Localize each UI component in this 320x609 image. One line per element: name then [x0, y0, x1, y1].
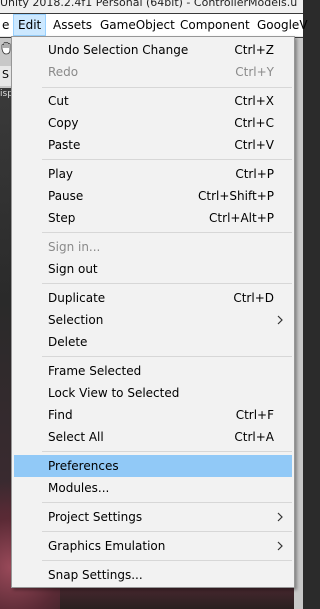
menu-item-find[interactable]: Find Ctrl+F — [14, 404, 292, 426]
menu-item-redo[interactable]: Redo Ctrl+Y — [14, 61, 292, 83]
menu-item-selection[interactable]: Selection — [14, 309, 292, 331]
menu-item-label: Graphics Emulation — [48, 539, 166, 553]
menu-item-shortcut: Ctrl+P — [235, 167, 274, 181]
menu-item-sign-in[interactable]: Sign in... — [14, 236, 292, 258]
menu-item-shortcut: Ctrl+D — [233, 291, 274, 305]
menu-item-paste[interactable]: Paste Ctrl+V — [14, 134, 292, 156]
menu-separator — [42, 283, 292, 284]
menu-edit[interactable]: Edit — [13, 14, 47, 36]
submenu-arrow-icon — [277, 541, 283, 551]
menu-item-label: Selection — [48, 313, 104, 327]
menu-assets[interactable]: Assets — [53, 14, 92, 36]
right-panel-edge — [294, 38, 303, 609]
window-title: Unity 2018.2.4f1 Personal (64bit) - Cont… — [0, 0, 298, 9]
menu-item-preferences[interactable]: Preferences — [14, 455, 292, 477]
menu-item-shortcut: Ctrl+Y — [235, 65, 274, 79]
menu-item-shortcut: Ctrl+Shift+P — [198, 189, 274, 203]
menu-item-shortcut: Ctrl+Z — [234, 43, 274, 57]
menu-item-label: Frame Selected — [48, 364, 142, 378]
menu-separator — [42, 87, 292, 88]
menu-item-label: Pause — [48, 189, 84, 203]
menu-item-step[interactable]: Step Ctrl+Alt+P — [14, 207, 292, 229]
menu-item-modules[interactable]: Modules... — [14, 477, 292, 499]
menu-googlevr[interactable]: GoogleV — [257, 14, 308, 36]
menu-item-label: Cut — [48, 94, 69, 108]
menu-item-project-settings[interactable]: Project Settings — [14, 506, 292, 528]
menu-component[interactable]: Component — [180, 14, 250, 36]
menu-item-label: Sign in... — [48, 240, 101, 254]
menu-item-label: Find — [48, 408, 73, 422]
submenu-arrow-icon — [277, 512, 283, 522]
menu-item-label: Preferences — [48, 459, 119, 473]
menu-separator — [42, 159, 292, 160]
submenu-arrow-icon — [277, 315, 283, 325]
menu-item-label: Snap Settings... — [48, 568, 143, 582]
main-menubar: e Edit Assets GameObject Component Googl… — [0, 14, 308, 37]
menu-item-shortcut: Ctrl+A — [234, 430, 274, 444]
menu-item-snap-settings[interactable]: Snap Settings... — [14, 564, 292, 586]
menu-item-shortcut: Ctrl+Alt+P — [209, 211, 274, 225]
menu-file-partial[interactable]: e — [2, 14, 9, 36]
menu-item-graphics-emulation[interactable]: Graphics Emulation — [14, 535, 292, 557]
menu-item-shortcut: Ctrl+X — [234, 94, 274, 108]
menu-item-label: Select All — [48, 430, 104, 444]
menu-item-cut[interactable]: Cut Ctrl+X — [14, 90, 292, 112]
menu-item-frame-selected[interactable]: Frame Selected — [14, 360, 292, 382]
menu-item-select-all[interactable]: Select All Ctrl+A — [14, 426, 292, 448]
menu-item-shortcut: Ctrl+F — [235, 408, 274, 422]
menu-item-label: Duplicate — [48, 291, 106, 305]
menu-item-label: Delete — [48, 335, 88, 349]
window-titlebar: Unity 2018.2.4f1 Personal (64bit) - Cont… — [0, 0, 303, 13]
menu-item-label: Modules... — [48, 481, 110, 495]
menu-item-sign-out[interactable]: Sign out — [14, 258, 292, 280]
menu-item-play[interactable]: Play Ctrl+P — [14, 163, 292, 185]
menu-separator — [42, 560, 292, 561]
menu-separator — [42, 502, 292, 503]
menu-item-delete[interactable]: Delete — [14, 331, 292, 353]
menu-item-undo[interactable]: Undo Selection Change Ctrl+Z — [14, 39, 292, 61]
menu-item-label: Redo — [48, 65, 79, 79]
menu-item-copy[interactable]: Copy Ctrl+C — [14, 112, 292, 134]
menu-item-label: Undo Selection Change — [48, 43, 189, 57]
menu-item-label: Step — [48, 211, 76, 225]
menu-item-pause[interactable]: Pause Ctrl+Shift+P — [14, 185, 292, 207]
menu-separator — [42, 232, 292, 233]
edit-menu-dropdown: Undo Selection Change Ctrl+Z Redo Ctrl+Y… — [11, 36, 295, 588]
menu-item-label: Paste — [48, 138, 81, 152]
menu-item-lock-view[interactable]: Lock View to Selected — [14, 382, 292, 404]
menu-item-duplicate[interactable]: Duplicate Ctrl+D — [14, 287, 292, 309]
menu-separator — [42, 356, 292, 357]
menu-separator — [42, 451, 292, 452]
scene-tab-label: S — [2, 68, 9, 81]
menu-item-label: Play — [48, 167, 74, 181]
menu-item-label: Project Settings — [48, 510, 143, 524]
menu-item-label: Lock View to Selected — [48, 386, 180, 400]
menu-item-label: Copy — [48, 116, 79, 130]
menu-item-shortcut: Ctrl+V — [234, 138, 274, 152]
menu-item-label: Sign out — [48, 262, 98, 276]
menu-gameobject[interactable]: GameObject — [100, 14, 175, 36]
menu-item-shortcut: Ctrl+C — [234, 116, 274, 130]
menu-separator — [42, 531, 292, 532]
